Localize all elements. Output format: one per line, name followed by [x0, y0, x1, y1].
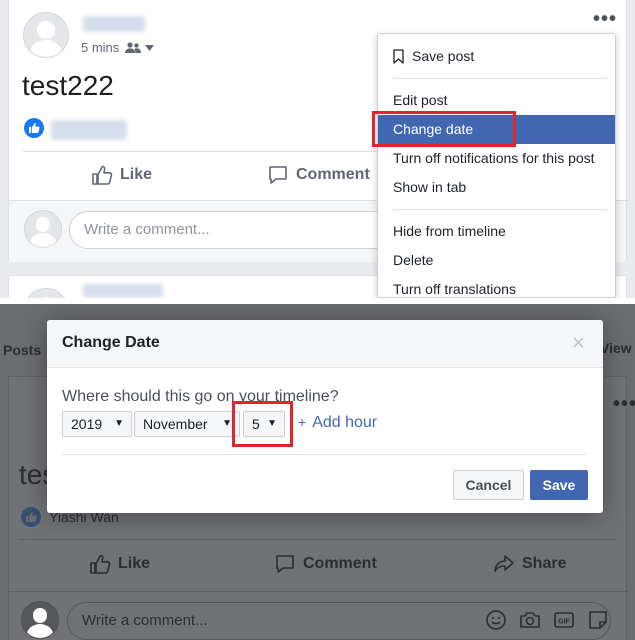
background-share-button: Share — [493, 553, 566, 575]
chevron-down-icon: ▼ — [267, 418, 277, 429]
save-button[interactable]: Save — [530, 470, 588, 500]
dialog-title: Change Date — [62, 334, 160, 351]
menu-item-delete[interactable]: Delete — [378, 246, 615, 275]
menu-item-show-in-tab[interactable]: Show in tab — [378, 173, 615, 202]
tab-posts[interactable]: Posts — [3, 342, 41, 358]
next-post-avatar — [23, 288, 69, 298]
post-time[interactable]: 5 mins — [81, 40, 119, 55]
bookmark-icon — [393, 49, 404, 64]
post-options-dots-icon[interactable]: ••• — [593, 8, 617, 31]
audience-friends-icon[interactable] — [125, 41, 155, 54]
change-date-dialog-panel: Posts View ••• tes Yiashi Wan Like Comme… — [0, 304, 635, 640]
post-text: test222 — [22, 70, 114, 101]
menu-item-save-post[interactable]: Save post — [378, 42, 615, 71]
menu-item-turn-off-translations[interactable]: Turn off translations — [378, 275, 615, 298]
chevron-down-icon: ▼ — [114, 418, 124, 429]
sticker-icon — [589, 611, 607, 629]
day-select[interactable]: 5 ▼ — [243, 411, 285, 437]
commenter-avatar — [24, 210, 62, 248]
share-arrow-icon — [494, 555, 514, 572]
month-select[interactable]: November ▼ — [134, 411, 240, 437]
camera-icon — [520, 612, 540, 628]
dialog-question: Where should this go on your timeline? — [62, 388, 339, 405]
chevron-down-icon: ▼ — [222, 418, 232, 429]
background-like-icon — [21, 507, 41, 527]
menu-item-edit-post[interactable]: Edit post — [378, 86, 615, 115]
comment-button[interactable]: Comment — [267, 164, 370, 186]
author-name-redacted — [83, 16, 145, 32]
comment-bubble-icon — [276, 555, 294, 573]
year-select[interactable]: 2019 ▼ — [62, 411, 132, 437]
reactor-name-redacted — [51, 120, 127, 140]
dialog-header: Change Date × — [47, 320, 603, 368]
thumbs-up-icon — [92, 165, 113, 185]
change-date-dialog: Change Date × Where should this go on yo… — [47, 320, 603, 513]
gif-icon: GIF — [554, 612, 574, 628]
tab-view[interactable]: View — [600, 340, 632, 356]
cancel-button[interactable]: Cancel — [453, 470, 524, 500]
like-reaction-icon[interactable] — [24, 118, 44, 138]
thumbs-up-icon — [90, 554, 111, 574]
background-commenter-avatar — [21, 601, 59, 639]
close-icon[interactable]: × — [572, 330, 585, 356]
emoji-icon — [486, 610, 506, 630]
post-options-menu: Save post Edit post Change date Turn off… — [377, 33, 616, 298]
timeline-post-panel: 5 mins test222 Like Comment Write a comm… — [0, 0, 635, 298]
comment-tools: GIF — [485, 609, 609, 631]
like-label: Like — [120, 166, 153, 183]
menu-item-hide-from-timeline[interactable]: Hide from timeline — [378, 217, 615, 246]
add-hour-link[interactable]: + Add hour — [298, 414, 377, 432]
author-avatar[interactable] — [23, 12, 69, 58]
menu-item-change-date[interactable]: Change date — [378, 115, 615, 144]
background-like-button: Like — [89, 553, 150, 575]
post-meta: 5 mins — [81, 40, 155, 55]
background-comment-button: Comment — [274, 553, 377, 575]
add-hour-plus-icon: + — [298, 414, 307, 430]
comment-label: Comment — [296, 166, 370, 183]
svg-text:GIF: GIF — [558, 619, 570, 626]
menu-item-turn-off-notifications[interactable]: Turn off notifications for this post — [378, 144, 615, 173]
background-post-dots-icon[interactable]: ••• — [613, 393, 635, 416]
like-button[interactable]: Like — [91, 164, 152, 186]
comment-bubble-icon — [269, 166, 287, 184]
